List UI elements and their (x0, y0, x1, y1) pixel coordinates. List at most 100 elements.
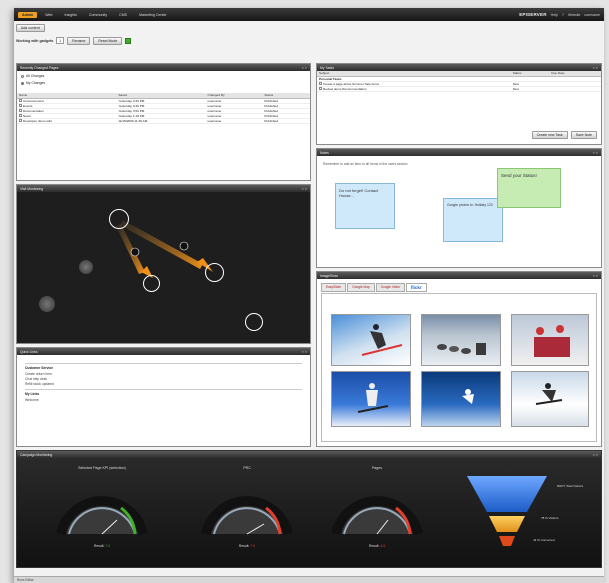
panel-header: Recently Changed Pages ▾ ✕ (17, 64, 310, 71)
skier-icon (361, 324, 403, 356)
photo-thumbnail[interactable] (511, 314, 589, 366)
checkbox[interactable] (319, 87, 322, 90)
step-badge-icon (179, 241, 189, 251)
checkbox[interactable] (19, 104, 22, 107)
toolbar: Add content (16, 24, 45, 32)
tab-google-map[interactable]: Google Map (347, 283, 375, 292)
note-text[interactable]: Do not forget! Contact House... (339, 188, 378, 198)
radio-my-changes[interactable]: My Changes (21, 81, 310, 85)
page-node[interactable] (245, 313, 263, 331)
checkbox[interactable] (19, 114, 22, 117)
gauge-label: PRC (243, 466, 251, 470)
page-node[interactable] (143, 275, 160, 292)
photo-thumbnail[interactable] (511, 371, 589, 427)
radio-icon (21, 74, 24, 78)
tab-easyslider[interactable]: EasySlider (321, 283, 347, 292)
gauge-dial-icon (56, 496, 148, 536)
tab-flickr[interactable]: flickr (405, 283, 427, 292)
tab-web[interactable]: Web (41, 12, 56, 18)
quick-link[interactable]: Welcome (25, 398, 302, 402)
save-note-button[interactable]: Save Note (570, 131, 597, 139)
photo-thumbnail[interactable] (421, 371, 501, 427)
quick-link[interactable]: Create return form (25, 372, 302, 376)
cell: Published (262, 118, 310, 124)
checkbox[interactable] (319, 82, 322, 85)
table-row[interactable]: Review items Recommendation New (317, 86, 601, 92)
quick-link[interactable]: Refill stock updated (25, 382, 302, 386)
tab-marketing-center[interactable]: Marketing Center (135, 12, 171, 18)
page-node[interactable] (205, 263, 224, 282)
rename-button[interactable]: Rename (67, 36, 91, 45)
photo-thumbnail[interactable] (421, 314, 501, 366)
panel-controls-icon[interactable]: ▾ ✕ (593, 453, 598, 457)
link-group-title[interactable]: Customer Service (25, 366, 302, 370)
create-task-button[interactable]: Create new Task (531, 131, 568, 139)
dogsled-icon (437, 343, 486, 355)
panel-controls-icon[interactable]: ▾ ✕ (593, 274, 598, 278)
reset-mode-button[interactable]: Reset Mode (93, 36, 123, 45)
funnel-label: 78 % Visitors (541, 516, 559, 520)
skiers-icon (534, 325, 570, 357)
photo-thumbnail[interactable] (331, 371, 411, 427)
cell (549, 86, 601, 92)
gauge-label: Pages (371, 466, 383, 470)
top-navigation: Admin Web Insights Community CMS Marketi… (14, 8, 604, 21)
user-menu[interactable]: username (584, 13, 600, 17)
tab-admin[interactable]: Admin (18, 11, 38, 18)
photo-thumbnail[interactable] (331, 314, 411, 366)
checkbox[interactable] (19, 109, 22, 112)
campaign-monitoring-panel: Campaign Monitoring ▾ ✕ Selected Page KPI… (16, 450, 602, 568)
note-text[interactable]: Google photos to: Holiday 123 (447, 203, 493, 207)
radio-all-changes[interactable]: All Changes (21, 74, 310, 78)
quick-link[interactable]: Chat help desk (25, 377, 302, 381)
image-show-panel: ImageShow ▾ ✕ EasySlider Google Map Googl… (316, 271, 602, 447)
tab-community[interactable]: Community (85, 12, 111, 18)
gadget-select[interactable]: 1 (56, 37, 65, 44)
link-group-title[interactable]: My Links (25, 392, 302, 396)
website-link[interactable]: Website (568, 13, 581, 17)
note-text[interactable]: Send your Status! (501, 173, 537, 178)
link-group: Customer Service Create return form Chat… (25, 363, 302, 386)
panel-header: ImageShow ▾ ✕ (317, 272, 601, 279)
gadget-toolbar: Working with gadgets 1 Rename Reset Mode (16, 36, 132, 45)
notes-panel: Notes ▾ ✕ Remember to add an item to all … (316, 148, 602, 268)
cell: Documentation (23, 108, 44, 113)
panel-title: Visit Monitoring (20, 186, 44, 191)
help-link[interactable]: Help (551, 13, 558, 17)
sticky-note[interactable]: Google photos to: Holiday 123 (443, 198, 503, 242)
cell: Review items Recommendation (323, 86, 367, 91)
funnel-label: 50077 Total Visitors (557, 484, 584, 488)
cell: News (23, 113, 31, 118)
page-node[interactable] (109, 209, 129, 229)
visit-monitoring-panel: Visit Monitoring ▾ ✕ (16, 184, 311, 344)
checkbox[interactable] (19, 99, 22, 102)
panel-controls-icon[interactable]: ▾ ✕ (593, 66, 598, 70)
tab-google-video[interactable]: Google Video (375, 283, 405, 292)
panel-controls-icon[interactable]: ▾ ✕ (302, 66, 307, 70)
snowboarder-icon (357, 383, 389, 413)
panel-controls-icon[interactable]: ▾ ✕ (302, 187, 307, 191)
sticky-note[interactable]: Send your Status! (497, 168, 561, 208)
gauge-kpi: Selected Page KPI (selection) Result: 7.… (47, 466, 157, 566)
tab-insights[interactable]: Insights (61, 12, 81, 18)
table-row[interactable]: Developer demo wiki 11/18/2009 11:39 AM us… (17, 118, 310, 124)
add-gadget-icon[interactable] (125, 37, 132, 44)
panel-header: Campaign Monitoring ▾ ✕ (17, 451, 601, 458)
radio-label: My Changes (26, 81, 46, 85)
add-content-button[interactable]: Add content (16, 24, 45, 32)
panel-controls-icon[interactable]: ▾ ✕ (302, 350, 307, 354)
panel-title: Campaign Monitoring (20, 452, 53, 457)
cell: 11/18/2009 11:39 AM (116, 118, 206, 124)
help-icon[interactable]: ? (562, 13, 564, 17)
trick-icon (535, 383, 563, 405)
tab-cms[interactable]: CMS (115, 12, 131, 18)
panel-header: Quick Links ▾ ✕ (17, 348, 310, 355)
step-badge-icon (130, 247, 140, 257)
panel-controls-icon[interactable]: ▾ ✕ (593, 151, 598, 155)
panel-title: Notes (320, 150, 329, 155)
panel-title: My Tasks (320, 65, 335, 70)
gauge-dial-icon (201, 496, 293, 536)
checkbox[interactable] (19, 119, 22, 122)
status-bar: Runs Editor (14, 576, 604, 583)
sticky-note[interactable]: Do not forget! Contact House... (335, 183, 395, 229)
